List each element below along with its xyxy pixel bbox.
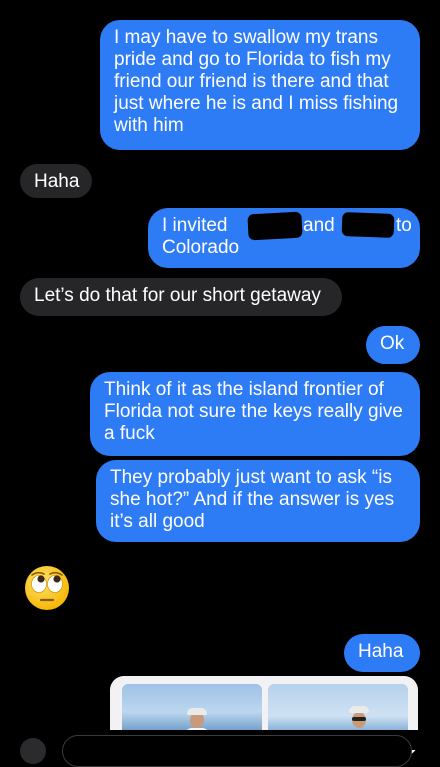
person-figure	[352, 717, 366, 721]
redaction-mark	[247, 211, 303, 241]
message-thread: I may have to swallow my trans pride and…	[0, 0, 440, 767]
message-text: Let’s do that for our short getaway	[34, 285, 321, 306]
received-message-bubble[interactable]: Haha	[20, 164, 92, 198]
message-text: They probably just want to ask “is she h…	[110, 467, 395, 532]
person-figure	[187, 708, 207, 715]
message-text: Haha	[34, 171, 80, 192]
message-text: I may have to swallow my trans pride and…	[114, 27, 399, 136]
message-text: Colorado	[162, 237, 240, 258]
message-text: Think of it as the island frontier of Fl…	[104, 379, 403, 444]
message-text: and	[303, 215, 335, 236]
sent-message-bubble[interactable]: Haha	[344, 634, 420, 672]
sent-message-bubble[interactable]: Ok	[366, 326, 420, 364]
person-figure	[349, 706, 369, 713]
sent-message-bubble[interactable]: Think of it as the island frontier of Fl…	[90, 372, 420, 456]
sent-message-bubble[interactable]: I invited and to Colorado	[148, 208, 420, 268]
message-text: I invited	[162, 215, 228, 236]
rolling-eyes-emoji-icon[interactable]	[24, 565, 70, 611]
received-message-bubble[interactable]: Let’s do that for our short getaway	[20, 278, 342, 316]
sent-message-bubble[interactable]: I may have to swallow my trans pride and…	[100, 20, 420, 150]
message-text: to	[396, 215, 412, 236]
redaction-mark	[341, 212, 395, 238]
message-text: Ok	[380, 333, 405, 354]
message-text: Haha	[358, 641, 404, 662]
message-input[interactable]	[62, 735, 412, 767]
plus-icon[interactable]	[20, 738, 46, 764]
sent-message-bubble[interactable]: They probably just want to ask “is she h…	[96, 460, 420, 542]
